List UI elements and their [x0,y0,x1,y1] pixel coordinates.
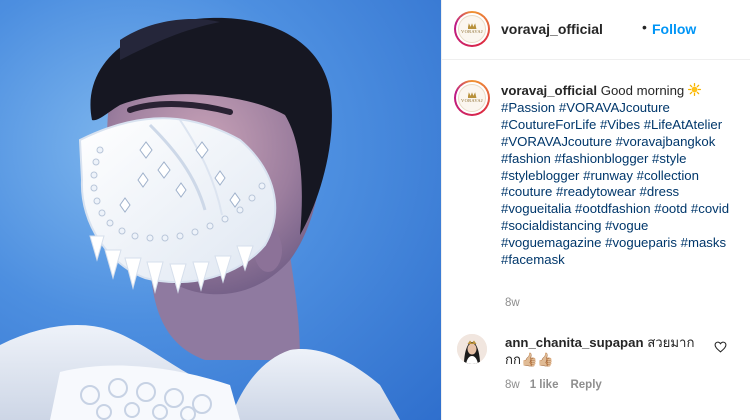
comment-timestamp[interactable]: 8w [505,379,520,391]
instagram-post: VORAVAJ voravaj_official • Follow VORAVA… [0,0,750,420]
voravaj-logo: VORAVAJ [458,15,486,43]
caption-text: voravaj_official Good morning #Passion #… [501,82,741,269]
voravaj-logo: VORAVAJ [458,84,486,112]
sun-emoji-icon [687,83,701,96]
separator-dot: • [642,19,647,35]
caption-message: Good morning [600,83,685,98]
commenter-avatar[interactable] [457,334,487,364]
caption-hashtags[interactable]: #Passion #VORAVAJcouture #CoutureForLife… [501,100,729,267]
heart-outline-icon[interactable] [714,341,727,353]
crown-icon [467,23,477,30]
crown-icon [467,92,477,99]
post-username[interactable]: voravaj_official [501,21,603,37]
post-timestamp[interactable]: 8w [505,297,520,309]
follow-button[interactable]: Follow [652,21,696,37]
caption-username[interactable]: voravaj_official [501,83,597,98]
comment-text: ann_chanita_supapan สวยมาก กก👍🏼👍🏼 [505,335,703,369]
profile-avatar[interactable]: VORAVAJ [454,11,490,47]
reply-button[interactable]: Reply [570,379,601,391]
post-photo[interactable] [0,0,441,420]
commenter-username[interactable]: ann_chanita_supapan [505,335,644,350]
caption-avatar[interactable]: VORAVAJ [454,80,490,116]
commenter-photo [457,334,487,364]
portrait-illustration [0,17,400,420]
logo-wordmark: VORAVAJ [461,29,483,35]
comment-meta: 8w 1 like Reply [505,379,602,391]
post-header: VORAVAJ voravaj_official • Follow [442,0,750,60]
logo-wordmark: VORAVAJ [461,98,483,104]
comment-likes[interactable]: 1 like [530,379,559,391]
